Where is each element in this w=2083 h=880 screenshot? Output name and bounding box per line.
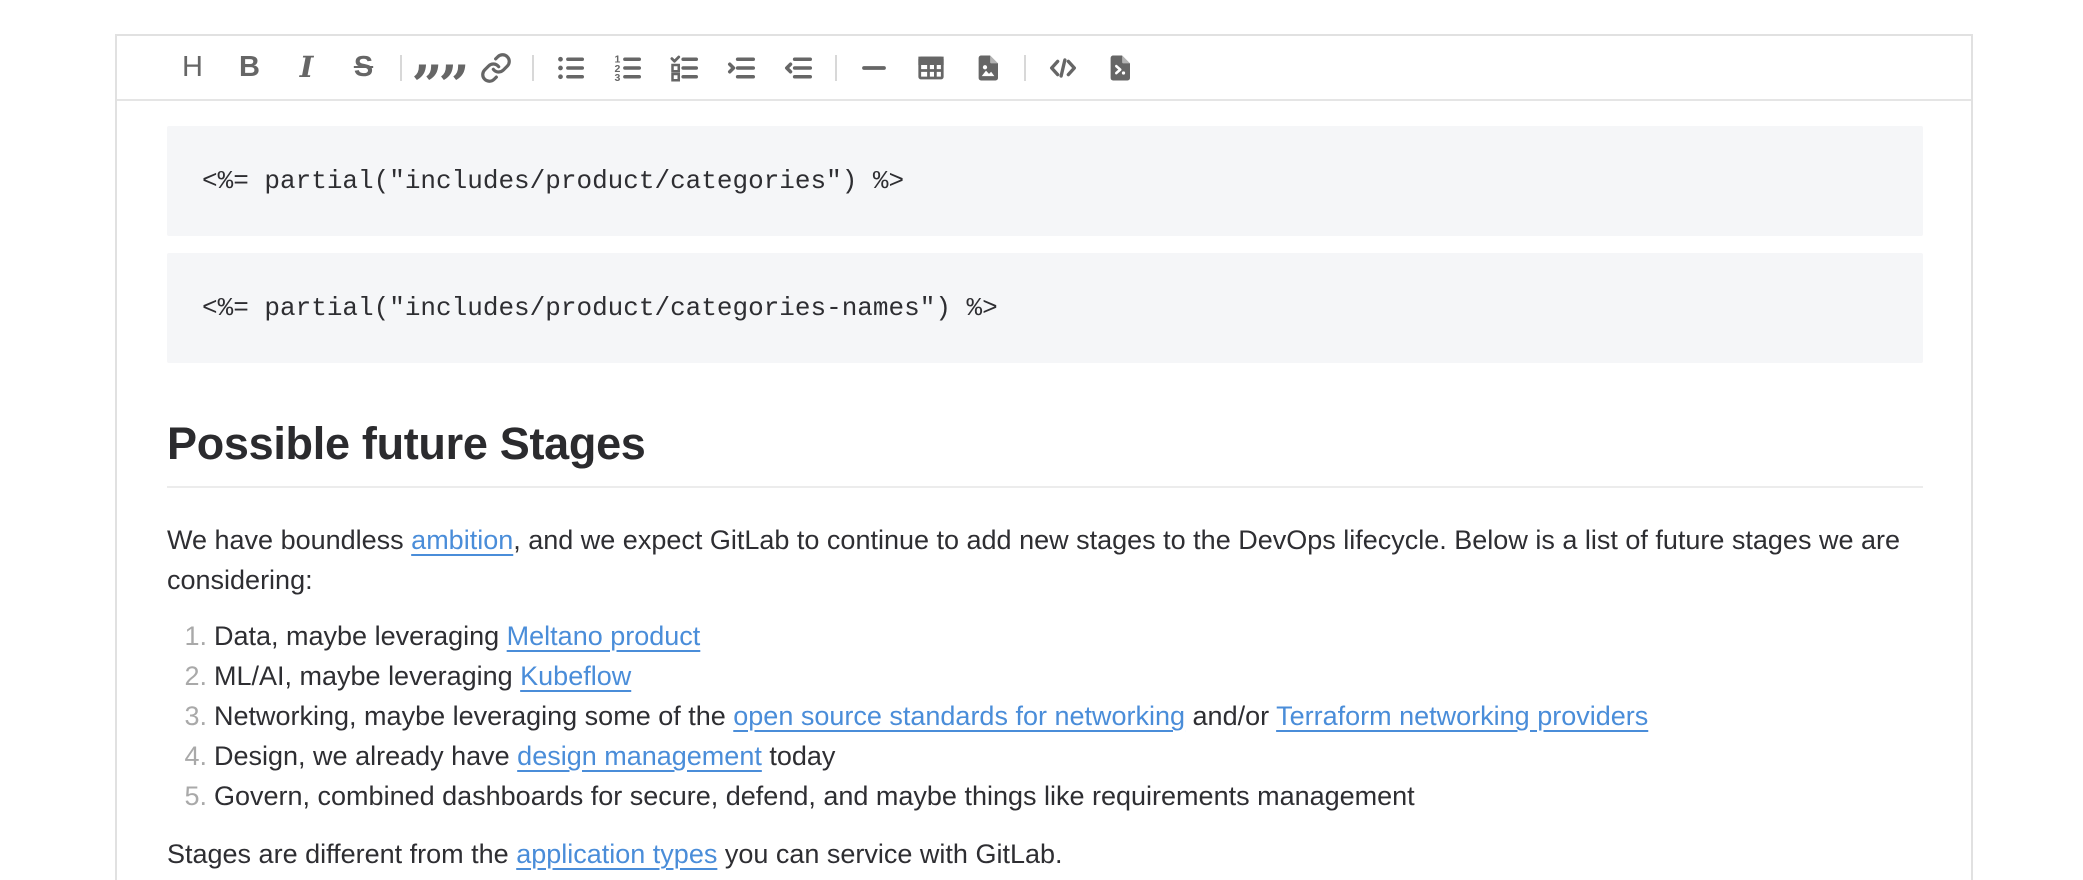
- outdent-icon: [784, 53, 814, 83]
- list-item-number: 5.: [167, 776, 214, 816]
- bullet-list-icon: [556, 53, 586, 83]
- text-run: Data, maybe leveraging: [214, 621, 507, 651]
- heading-button[interactable]: H: [172, 42, 213, 94]
- toolbar-divider: [835, 55, 837, 81]
- list-item: 4. Design, we already have design manage…: [167, 736, 1923, 776]
- text-link[interactable]: Meltano product: [507, 621, 701, 651]
- list-item-text: Data, maybe leveraging Meltano product: [214, 616, 1923, 656]
- list-item-number: 2.: [167, 656, 214, 696]
- italic-icon: I: [300, 53, 314, 82]
- strikethrough-icon: S: [354, 53, 373, 82]
- blockquote-button[interactable]: ””: [418, 42, 459, 94]
- list-item-text: Networking, maybe leveraging some of the…: [214, 696, 1923, 736]
- stages-list: 1. Data, maybe leveraging Meltano produc…: [167, 616, 1923, 816]
- bold-icon: B: [239, 53, 260, 82]
- code-text: <%= partial("includes/product/categories…: [202, 293, 998, 323]
- list-item: 2. ML/AI, maybe leveraging Kubeflow: [167, 656, 1923, 696]
- list-item-number: 1.: [167, 616, 214, 656]
- italic-button[interactable]: I: [286, 42, 327, 94]
- task-list-button[interactable]: [664, 42, 705, 94]
- code-block: <%= partial("includes/product/categories…: [167, 126, 1923, 236]
- code-block: <%= partial("includes/product/categories…: [167, 253, 1923, 363]
- list-item: 3. Networking, maybe leveraging some of …: [167, 696, 1923, 736]
- table-icon: [916, 53, 946, 83]
- indent-button[interactable]: [721, 42, 762, 94]
- toolbar-divider: [532, 55, 534, 81]
- text-run: ML/AI, maybe leveraging: [214, 661, 520, 691]
- toolbar-divider: [400, 55, 402, 81]
- list-item-text: ML/AI, maybe leveraging Kubeflow: [214, 656, 1923, 696]
- list-item: 5. Govern, combined dashboards for secur…: [167, 776, 1923, 816]
- strikethrough-button[interactable]: S: [343, 42, 384, 94]
- task-list-icon: [670, 53, 700, 83]
- text-run: We have boundless: [167, 525, 411, 555]
- text-link[interactable]: Terraform networking providers: [1276, 701, 1648, 731]
- heading-icon: H: [182, 53, 203, 82]
- code-icon: [1047, 52, 1079, 84]
- horizontal-rule-button[interactable]: [853, 42, 894, 94]
- list-item-text: Govern, combined dashboards for secure, …: [214, 776, 1923, 816]
- text-run: Stages are different from the: [167, 839, 516, 869]
- code-block-icon: [1105, 53, 1135, 83]
- text-link[interactable]: design management: [517, 741, 762, 771]
- page-title: Possible future Stages: [167, 421, 1923, 488]
- outro-paragraph: Stages are different from the applicatio…: [167, 834, 1923, 874]
- text-link[interactable]: open source standards for networking: [733, 701, 1185, 731]
- text-link[interactable]: Kubeflow: [520, 661, 631, 691]
- text-run: Design, we already have: [214, 741, 517, 771]
- formatting-toolbar: H B I S ””: [117, 36, 1971, 101]
- text-link[interactable]: application types: [516, 839, 717, 869]
- editor-panel: H B I S ””: [115, 34, 1973, 880]
- text-run: today: [762, 741, 836, 771]
- list-item-text: Design, we already have design managemen…: [214, 736, 1923, 776]
- toolbar-divider: [1024, 55, 1026, 81]
- svg-text:3: 3: [614, 72, 620, 83]
- text-run: and/or: [1185, 701, 1276, 731]
- attach-image-icon: [973, 53, 1003, 83]
- intro-paragraph: We have boundless ambition, and we expec…: [167, 520, 1923, 600]
- indent-icon: [727, 53, 757, 83]
- horizontal-rule-icon: [859, 53, 889, 83]
- link-button[interactable]: [475, 42, 516, 94]
- code-button[interactable]: [1042, 42, 1083, 94]
- text-run: Govern, combined dashboards for secure, …: [214, 781, 1415, 811]
- list-item-number: 3.: [167, 696, 214, 736]
- link-icon: [480, 52, 512, 84]
- code-block-button[interactable]: [1099, 42, 1140, 94]
- ordered-list-button[interactable]: 1 2 3: [607, 42, 648, 94]
- content-area: <%= partial("includes/product/categories…: [117, 101, 1971, 874]
- attach-image-button[interactable]: [967, 42, 1008, 94]
- table-button[interactable]: [910, 42, 951, 94]
- outdent-button[interactable]: [778, 42, 819, 94]
- list-item: 1. Data, maybe leveraging Meltano produc…: [167, 616, 1923, 656]
- bullet-list-button[interactable]: [550, 42, 591, 94]
- text-link[interactable]: ambition: [411, 525, 513, 555]
- ordered-list-icon: 1 2 3: [613, 53, 643, 83]
- text-run: Networking, maybe leveraging some of the: [214, 701, 733, 731]
- text-run: you can service with GitLab.: [717, 839, 1062, 869]
- list-item-number: 4.: [167, 736, 214, 776]
- code-text: <%= partial("includes/product/categories…: [202, 166, 904, 196]
- bold-button[interactable]: B: [229, 42, 270, 94]
